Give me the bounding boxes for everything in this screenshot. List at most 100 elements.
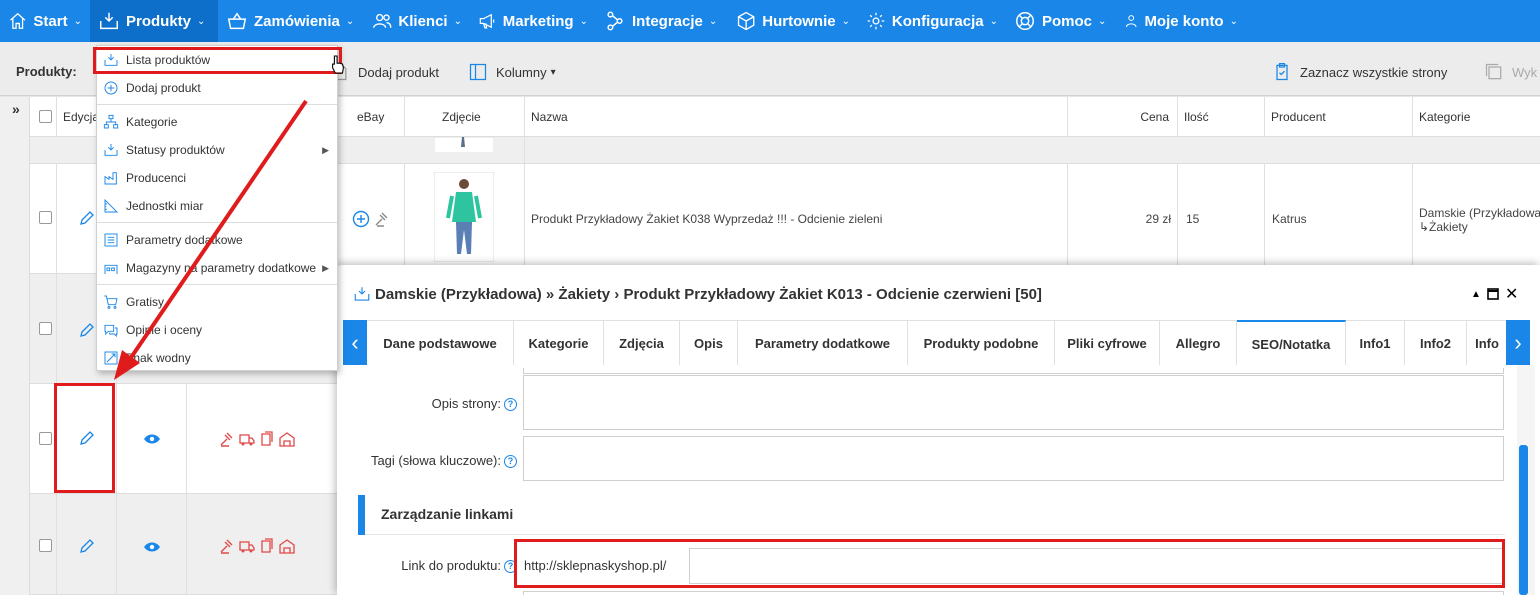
row-checkbox[interactable] — [39, 322, 52, 335]
minimize-icon[interactable]: ▲ — [1471, 289, 1481, 300]
menu-item-product-statuses[interactable]: Statusy produktów ▶ — [97, 136, 337, 164]
help-icon[interactable]: ? — [504, 398, 517, 412]
row-checkbox[interactable] — [39, 432, 52, 445]
nav-start[interactable]: Start ⌄ — [0, 0, 90, 42]
auction-gavel-icon[interactable] — [373, 210, 391, 228]
menu-divider — [97, 222, 337, 223]
share-nodes-icon — [607, 11, 623, 31]
preview-eye-icon[interactable] — [143, 540, 161, 554]
menu-item-add-product[interactable]: Dodaj produkt — [97, 74, 337, 102]
tab-digital-files[interactable]: Pliki cyfrowe — [1055, 320, 1160, 365]
expand-panel-icon[interactable]: » — [12, 101, 20, 117]
header-producer[interactable]: Producent — [1265, 97, 1413, 137]
warehouse-icon[interactable] — [279, 431, 295, 447]
chat-icon — [104, 324, 118, 338]
menu-item-gifts[interactable]: Gratisy — [97, 288, 337, 316]
submenu-arrow-icon: ▶ — [322, 144, 329, 155]
menu-item-units[interactable]: Jednostki miar — [97, 192, 337, 220]
database-icon[interactable] — [259, 538, 275, 554]
next-field[interactable] — [523, 591, 1504, 595]
menu-item-reviews[interactable]: Opinie i oceny — [97, 316, 337, 344]
factory-icon — [104, 172, 117, 185]
header-name[interactable]: Nazwa — [525, 97, 1068, 137]
tab-basic-data[interactable]: Dane podstawowe — [367, 320, 514, 365]
tab-info3[interactable]: Info — [1467, 320, 1507, 365]
product-name[interactable]: Produkt Przykładowy Żakiet K038 Wyprzeda… — [531, 212, 882, 226]
cut-button[interactable]: Wyk — [1484, 62, 1537, 82]
nav-produkty[interactable]: Produkty ⌄ — [90, 0, 218, 42]
megaphone-icon — [479, 13, 495, 29]
row-checkbox[interactable] — [39, 539, 52, 552]
nav-integracje[interactable]: Integracje ⌄ — [596, 0, 728, 42]
menu-item-watermark[interactable]: Znak wodny — [97, 344, 337, 372]
maximize-icon[interactable] — [1487, 288, 1499, 303]
delivery-truck-icon[interactable] — [239, 538, 255, 554]
edit-pencil-icon[interactable] — [79, 210, 95, 226]
users-icon — [373, 13, 392, 28]
menu-item-additional-parameters[interactable]: Parametry dodatkowe — [97, 226, 337, 254]
database-icon[interactable] — [259, 431, 275, 447]
edit-pencil-icon[interactable] — [79, 322, 95, 338]
tab-info1[interactable]: Info1 — [1346, 320, 1405, 365]
menu-item-producers[interactable]: Producenci — [97, 164, 337, 192]
tab-scroll-left-icon[interactable]: ‹ — [343, 320, 367, 365]
auction-gavel-icon[interactable] — [219, 538, 235, 554]
menu-item-categories[interactable]: Kategorie — [97, 108, 337, 136]
modal-scrollbar-thumb[interactable] — [1519, 445, 1528, 595]
header-select-all[interactable] — [30, 97, 57, 137]
header-category[interactable]: Kategorie — [1413, 97, 1540, 137]
auction-gavel-icon[interactable] — [219, 431, 235, 447]
nav-konfiguracja[interactable]: Konfiguracja ⌄ — [858, 0, 1006, 42]
box-download-icon — [100, 12, 118, 30]
nav-marketing[interactable]: Marketing ⌄ — [470, 0, 596, 42]
delivery-truck-icon[interactable] — [239, 431, 255, 447]
header-price[interactable]: Cena — [1068, 97, 1178, 137]
menu-divider — [97, 284, 337, 285]
page-description-field[interactable] — [523, 375, 1504, 430]
add-circle-icon[interactable] — [352, 210, 370, 228]
warehouse-icon[interactable] — [279, 538, 295, 554]
tab-categories[interactable]: Kategorie — [514, 320, 604, 365]
lifebuoy-icon — [1016, 12, 1034, 30]
tab-scroll-right-icon[interactable]: › — [1506, 320, 1530, 365]
preview-eye-icon[interactable] — [143, 432, 161, 446]
previous-field[interactable] — [523, 368, 1504, 374]
tab-seo-note[interactable]: SEO/Notatka — [1237, 320, 1346, 365]
nav-hurtownie[interactable]: Hurtownie ⌄ — [728, 0, 858, 42]
header-qty[interactable]: Ilość — [1178, 97, 1265, 137]
highlight-product-list — [93, 47, 342, 74]
top-navigation: Start ⌄ Produkty ⌄ Zamówienia ⌄ Klienci ⌄ Ma… — [0, 0, 1540, 42]
nav-klienci[interactable]: Klienci ⌄ — [364, 0, 470, 42]
nav-pomoc[interactable]: Pomoc ⌄ — [1006, 0, 1116, 42]
tab-info2[interactable]: Info2 — [1405, 320, 1467, 365]
tab-description[interactable]: Opis — [680, 320, 738, 365]
chevron-down-icon: ⌄ — [579, 15, 588, 27]
copy-pages-icon — [1485, 63, 1502, 80]
row-actions — [219, 538, 295, 554]
chevron-down-icon: ⌄ — [841, 15, 850, 27]
header-image[interactable]: Zdjęcie — [405, 97, 525, 137]
tab-allegro[interactable]: Allegro — [1160, 320, 1237, 365]
cube-icon — [737, 11, 755, 31]
tab-images[interactable]: Zdjęcia — [604, 320, 680, 365]
box-download-icon — [354, 287, 370, 301]
user-icon — [1125, 15, 1137, 28]
nav-zamowienia[interactable]: Zamówienia ⌄ — [218, 0, 364, 42]
header-ebay[interactable]: eBay — [340, 97, 405, 137]
row-checkbox[interactable] — [39, 211, 52, 224]
edit-pencil-icon[interactable] — [79, 538, 95, 554]
tab-additional-params[interactable]: Parametry dodatkowe — [738, 320, 908, 365]
select-all-pages-button[interactable]: Zaznacz wszystkie strony — [1272, 62, 1447, 82]
product-thumbnail[interactable] — [434, 172, 494, 262]
columns-button[interactable]: Kolumny ▾ — [468, 62, 556, 82]
product-price: 29 zł — [1145, 212, 1171, 226]
help-icon[interactable]: ? — [504, 455, 517, 469]
product-thumbnail[interactable] — [434, 137, 494, 153]
image-cell — [405, 137, 525, 163]
tab-similar-products[interactable]: Produkty podobne — [908, 320, 1055, 365]
nav-moje-konto[interactable]: Moje konto ⌄ — [1116, 0, 1246, 42]
tags-field[interactable] — [523, 436, 1504, 481]
close-icon[interactable]: ✕ — [1505, 284, 1518, 304]
menu-item-warehouses[interactable]: Magazyny na parametry dodatkowe ▶ — [97, 254, 337, 282]
select-all-checkbox[interactable] — [39, 110, 52, 123]
